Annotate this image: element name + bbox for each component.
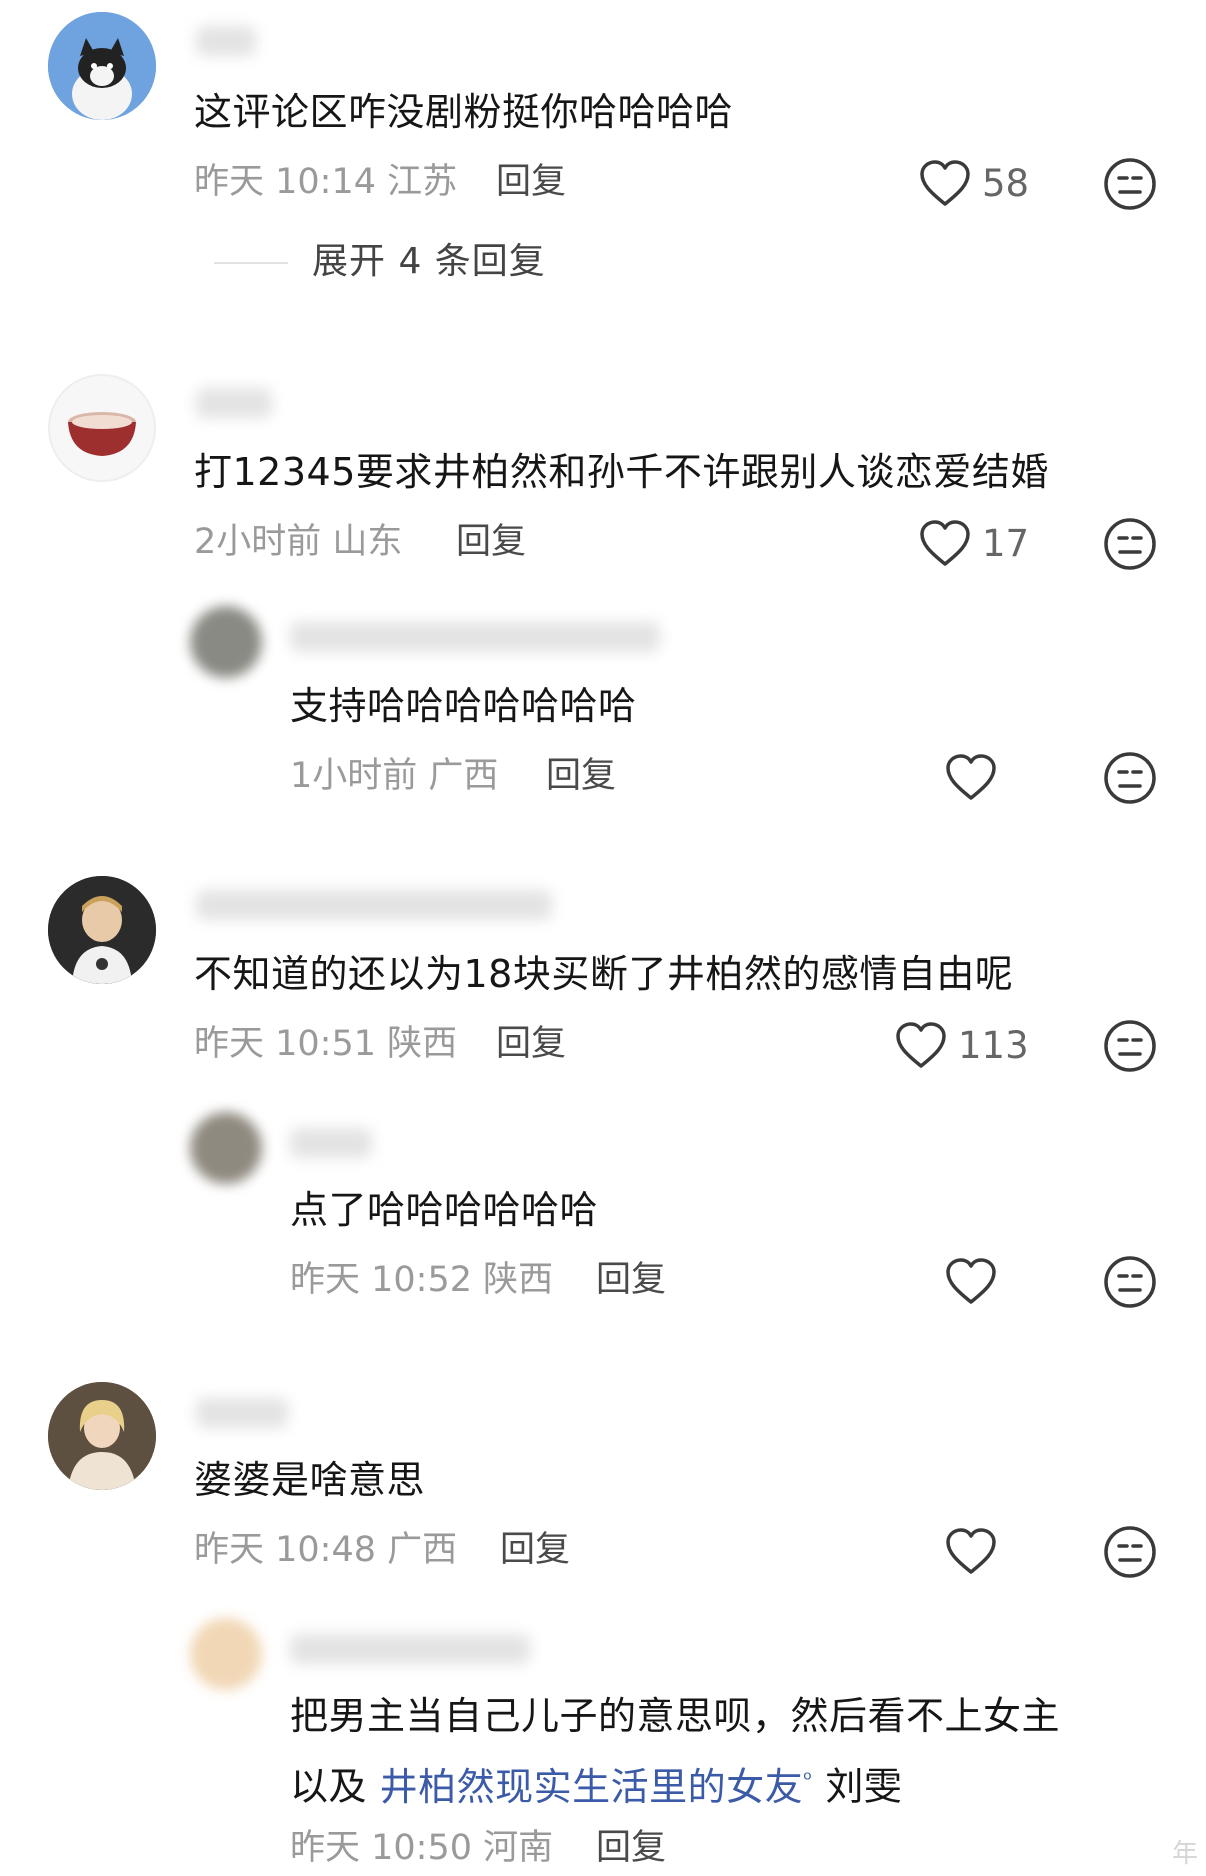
like-count: 113	[958, 1024, 1029, 1067]
comment-text: 婆婆是啥意思	[194, 1458, 426, 1502]
comment-time: 昨天 10:48	[194, 1530, 376, 1570]
comment-text-line2: 以及 井柏然现实生活里的女友ᵒ 刘雯	[290, 1756, 902, 1811]
meh-face-icon[interactable]	[1102, 1018, 1158, 1074]
like-count: 58	[982, 162, 1030, 205]
meh-face-icon[interactable]	[1102, 156, 1158, 212]
comment-text: 点了哈哈哈哈哈哈	[290, 1188, 599, 1232]
comment-text-prefix: 以及	[290, 1764, 368, 1809]
username-blurred[interactable]	[196, 388, 272, 418]
search-link[interactable]: 井柏然现实生活里的女友ᵒ	[380, 1765, 813, 1809]
comment-meta: 昨天 10:14 江苏	[194, 160, 457, 204]
reply-button[interactable]: 回复	[456, 520, 526, 564]
expand-replies-button[interactable]: 展开 4 条回复	[312, 240, 546, 284]
avatar[interactable]	[48, 374, 156, 482]
like-count: 17	[982, 522, 1030, 565]
meh-face-icon[interactable]	[1102, 1524, 1158, 1580]
heart-outline-icon[interactable]	[944, 752, 998, 802]
reply-button[interactable]: 回复	[546, 754, 616, 798]
comment-meta: 昨天 10:48 广西	[194, 1528, 457, 1572]
comment-meta: 1小时前 广西	[290, 754, 498, 798]
comment-text-line1: 把男主当自己儿子的意思呗，然后看不上女主	[290, 1694, 1061, 1738]
username-blurred[interactable]	[196, 26, 256, 56]
heart-outline-icon[interactable]	[918, 518, 972, 568]
comment-time: 昨天 10:51	[194, 1024, 376, 1064]
username-blurred[interactable]	[290, 1128, 372, 1158]
meh-face-icon[interactable]	[1102, 516, 1158, 572]
comment-meta: 2小时前 山东	[194, 520, 402, 564]
comment-meta: 昨天 10:51 陕西	[194, 1022, 457, 1066]
comment-location: 河南	[483, 1828, 554, 1868]
girl-avatar-icon	[48, 1382, 156, 1490]
username-blurred[interactable]	[196, 890, 552, 920]
avatar[interactable]	[48, 1382, 156, 1490]
comment-meta: 昨天 10:52 陕西	[290, 1258, 553, 1302]
reply-button[interactable]: 回复	[596, 1258, 666, 1302]
comment-text: 这评论区咋没剧粉挺你哈哈哈哈	[194, 90, 734, 134]
comment-time: 昨天 10:14	[194, 162, 376, 202]
reply-button[interactable]: 回复	[496, 160, 566, 204]
comment-text-suffix: 刘雯	[825, 1764, 903, 1809]
search-icon[interactable]: ᵒ	[803, 1767, 813, 1792]
username-blurred[interactable]	[290, 1634, 530, 1664]
comment-location: 陕西	[387, 1024, 458, 1064]
avatar[interactable]	[48, 876, 156, 984]
avatar[interactable]	[48, 12, 156, 120]
comment-location: 广西	[387, 1530, 458, 1570]
avatar[interactable]	[190, 1618, 262, 1690]
watermark: 年	[1171, 1839, 1198, 1869]
meh-face-icon[interactable]	[1102, 1254, 1158, 1310]
comment-text: 支持哈哈哈哈哈哈哈	[290, 684, 637, 728]
child-avatar-icon	[48, 876, 156, 984]
heart-outline-icon[interactable]	[894, 1020, 948, 1070]
comment-time: 昨天 10:52	[290, 1260, 472, 1300]
reply-button[interactable]: 回复	[496, 1022, 566, 1066]
username-blurred[interactable]	[196, 1398, 288, 1428]
comment-location: 陕西	[483, 1260, 554, 1300]
comment-text: 打12345要求井柏然和孙千不许跟别人谈恋爱结婚	[194, 450, 1049, 494]
expand-divider	[214, 262, 288, 264]
heart-outline-icon[interactable]	[944, 1256, 998, 1306]
comment-location: 广西	[428, 756, 499, 796]
avatar[interactable]	[190, 606, 262, 678]
reply-button[interactable]: 回复	[500, 1528, 570, 1572]
bowl-avatar-icon	[68, 412, 136, 456]
username-blurred[interactable]	[290, 622, 660, 652]
comment-location: 江苏	[387, 162, 458, 202]
search-link-text[interactable]: 井柏然现实生活里的女友	[380, 1765, 804, 1809]
heart-outline-icon[interactable]	[944, 1526, 998, 1576]
comment-time: 昨天 10:50	[290, 1828, 472, 1868]
cat-avatar-icon	[48, 12, 156, 120]
comment-time: 2小时前	[194, 522, 322, 562]
comment-meta: 昨天 10:50 河南	[290, 1826, 553, 1870]
comment-time: 1小时前	[290, 756, 418, 796]
avatar[interactable]	[190, 1112, 262, 1184]
reply-button[interactable]: 回复	[596, 1826, 666, 1870]
comment-text: 不知道的还以为18块买断了井柏然的感情自由呢	[194, 952, 1014, 996]
meh-face-icon[interactable]	[1102, 750, 1158, 806]
heart-outline-icon[interactable]	[918, 158, 972, 208]
comment-location: 山东	[332, 522, 403, 562]
